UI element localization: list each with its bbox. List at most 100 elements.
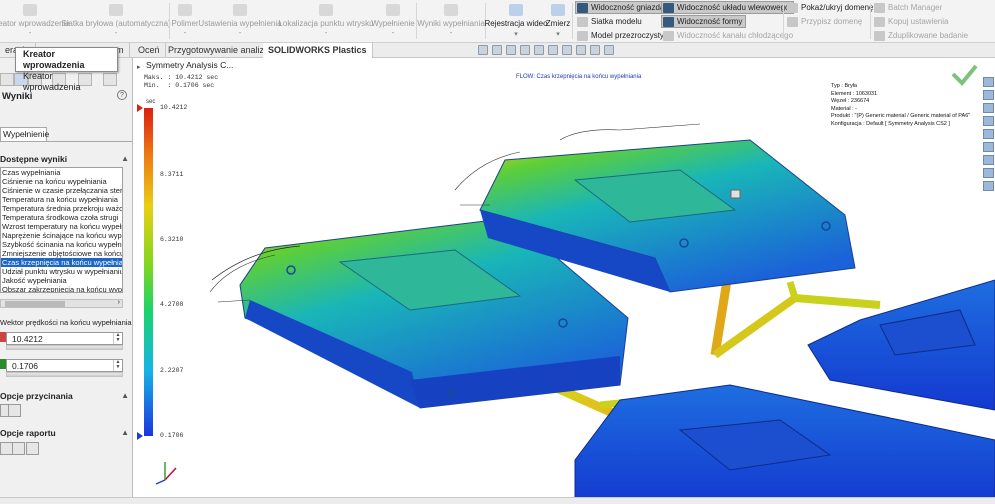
file-explorer-icon[interactable] (983, 103, 994, 113)
horizontal-scrollbar[interactable]: › (0, 299, 123, 308)
results-list-item[interactable]: Temperatura środkowa czoła strugi (1, 213, 122, 222)
ribbon-button-ustawienia[interactable]: Ustawienia wypełnienia - (198, 2, 282, 40)
results-list[interactable]: Czas wypełniania Ciśnienie na końcu wypeł… (0, 167, 123, 293)
results-list-item[interactable]: Zmniejszenie objętościowe na końcu wypeł… (1, 249, 122, 258)
results-list-item[interactable]: Czas krzepnięcia na końcu wypełniania (1, 258, 122, 267)
axis-x (164, 467, 177, 481)
section-header-dostępne-wyniki[interactable]: Dostępne wyniki ▲ (0, 154, 132, 166)
tooltip: Kreator wprowadzenia Kreator wprowadzeni… (15, 47, 118, 92)
report-help-icon[interactable] (12, 442, 25, 455)
spinner-arrows-icon[interactable]: ▲ ▼ (113, 360, 122, 371)
results-list-item[interactable]: Naprężenie ścinające na końcu wypełniani… (1, 231, 122, 240)
ribbon-button-kreator[interactable]: Kreator wprowadzenia- (0, 2, 70, 40)
legend-tick: 4.2708 (160, 301, 184, 308)
cooling-channel-icon (663, 30, 674, 41)
results-list-item[interactable]: Ciśnienie w czasie przełączania sterowan… (1, 186, 122, 195)
chevron-right-icon[interactable]: › (118, 299, 120, 306)
legend-tick: 0.1706 (160, 432, 184, 439)
ribbon-button-lokalizacja[interactable]: Lokalizacja punktu wtrysku - (278, 2, 374, 40)
max-min-readout: Maks. : 10.4212 sec Min. : 0.1706 sec (144, 74, 219, 89)
hide-show-icon[interactable] (562, 45, 572, 55)
view-palette-icon[interactable] (983, 116, 994, 126)
transparent-model-icon (577, 30, 588, 41)
video-record-icon (509, 4, 523, 16)
vector-checkbox-label[interactable]: Wektor prędkości na końcu wypełniania (0, 318, 132, 327)
toggle-model-przezroczysty[interactable]: Model przezroczysty (576, 29, 667, 42)
results-list-item[interactable]: Wzrost temperatury na końcu wypełniania (1, 222, 122, 231)
plastics-icon[interactable] (983, 168, 994, 178)
resources-icon[interactable] (983, 77, 994, 87)
design-library-icon[interactable] (983, 90, 994, 100)
min-value-input[interactable]: 0.1706 ▲ ▼ (6, 359, 123, 372)
ribbon-button-zmierz[interactable]: Zmierz ▾ (546, 2, 570, 40)
fill-icon (386, 4, 400, 16)
toggle-siatka-modelu[interactable]: Siatka modelu (576, 15, 645, 28)
results-list-item[interactable]: Szybkość ścinania na końcu wypełniania (1, 240, 122, 249)
tab-przygotowywanie-analizy[interactable]: Przygotowywanie analizy (163, 43, 275, 58)
scene-icon[interactable] (590, 45, 600, 55)
clip-iso-icon[interactable] (8, 404, 21, 417)
tab-ocen[interactable]: Oceń (133, 43, 166, 58)
document-recovery-icon[interactable] (983, 181, 994, 191)
button-batch-manager[interactable]: Batch Manager (873, 1, 945, 14)
cavity-icon (577, 2, 588, 13)
zoom-area-icon[interactable] (492, 45, 502, 55)
ribbon-button-wypełnienie[interactable]: Wypełnienie - (371, 2, 415, 40)
results-list-item[interactable]: Temperatura na końcu wypełniania (1, 195, 122, 204)
previous-view-icon[interactable] (506, 45, 516, 55)
scrollbar-thumb[interactable] (5, 301, 65, 307)
view-settings-icon[interactable] (604, 45, 614, 55)
button-zduplikowane-badanie[interactable]: Zduplikowane badanie (873, 29, 971, 42)
plot-title: FLOW: Czas krzepnięcia na końcu wypełnia… (516, 74, 642, 80)
toggle-widoczność-kanału[interactable]: Widoczność kanału chłodzącego (662, 29, 796, 42)
ribbon-button-siatka-bryłowa[interactable]: Siatka bryłowa (automatyczna) - (61, 2, 171, 40)
button-kopiuj-ustawienia[interactable]: Kopuj ustawienia (873, 15, 951, 28)
feature-tree-icon[interactable] (0, 73, 14, 86)
legend-unit: sec (146, 99, 156, 105)
toggle-widoczność-układu-wlewowego[interactable]: Widoczność układu wlewowego (661, 1, 794, 14)
toggle-widoczność-formy[interactable]: Widoczność formy (661, 15, 747, 28)
ribbon-button-rejestracja-wideo[interactable]: Rejestracja wideo ▾ (484, 2, 548, 40)
report-export-icon[interactable] (26, 442, 39, 455)
section-header-opcje-raportu[interactable]: Opcje raportu ▲ (0, 428, 132, 440)
custom-properties-icon[interactable] (983, 142, 994, 152)
tab-wypełnienie[interactable]: Wypełnienie (0, 127, 49, 141)
tab-solidworks-plastics[interactable]: SOLIDWORKS Plastics (263, 43, 373, 58)
button-pokaż-ukryj-domenę[interactable]: Pokaż/ukryj domenę (786, 1, 876, 14)
spinner-arrows-icon[interactable]: ▲ ▼ (113, 333, 122, 344)
button-przypisz-domenę[interactable]: Przypisz domenę (786, 15, 865, 28)
property-manager-panel: Wyniki ? Wypełnienie Dostępne wyniki ▲ Cz… (0, 58, 133, 504)
zoom-fit-icon[interactable] (478, 45, 488, 55)
max-slider[interactable] (6, 345, 123, 350)
results-list-item[interactable]: Temperatura średnia przekroju ważona wg (1, 204, 122, 213)
display-style-icon[interactable] (548, 45, 558, 55)
section-view-icon[interactable] (520, 45, 530, 55)
legend-min-marker[interactable] (137, 432, 143, 440)
axis-z (155, 479, 166, 485)
scene-tree-root[interactable]: Symmetry Analysis C... (146, 60, 233, 70)
section-header-opcje-przycinania[interactable]: Opcje przycinania ▲ (0, 391, 132, 403)
copy-icon (874, 16, 885, 27)
results-list-item[interactable]: Ciśnienie na końcu wypełniania (1, 177, 122, 186)
min-slider[interactable] (6, 372, 123, 377)
help-icon[interactable]: ? (117, 90, 127, 100)
ribbon-button-wyniki[interactable]: Wyniki wypełniania - (417, 2, 485, 40)
mesh-icon (109, 4, 123, 16)
appearances-icon[interactable] (983, 129, 994, 139)
legend-tick: 6.3210 (160, 236, 184, 243)
command-ribbon: Kreator wprowadzenia- Siatka bryłowa (au… (0, 0, 995, 43)
results-list-item[interactable]: Obszar zakrzepnięcia na końcu wypełniani… (1, 285, 122, 292)
toggle-widoczność-gniazda[interactable]: Widoczność gniazda (575, 1, 669, 14)
max-value-input[interactable]: 10.4212 ▲ ▼ (6, 332, 123, 345)
results-list-item[interactable]: Czas wypełniania (1, 168, 122, 177)
results-list-item[interactable]: Jakość wypełniania (1, 276, 122, 285)
appearance-icon[interactable] (576, 45, 586, 55)
ribbon-button-polimer[interactable]: Polimer - (171, 2, 199, 40)
expand-arrow-icon[interactable]: ▸ (137, 63, 141, 71)
results-list-item[interactable]: Udział punktu wtrysku w wypełnianiu (1, 267, 122, 276)
injection-point-icon (319, 4, 333, 16)
view-orientation-icon[interactable] (534, 45, 544, 55)
solidworks-forum-icon[interactable] (983, 155, 994, 165)
legend-max-marker[interactable] (137, 104, 143, 112)
confirm-check-icon[interactable] (951, 64, 978, 86)
